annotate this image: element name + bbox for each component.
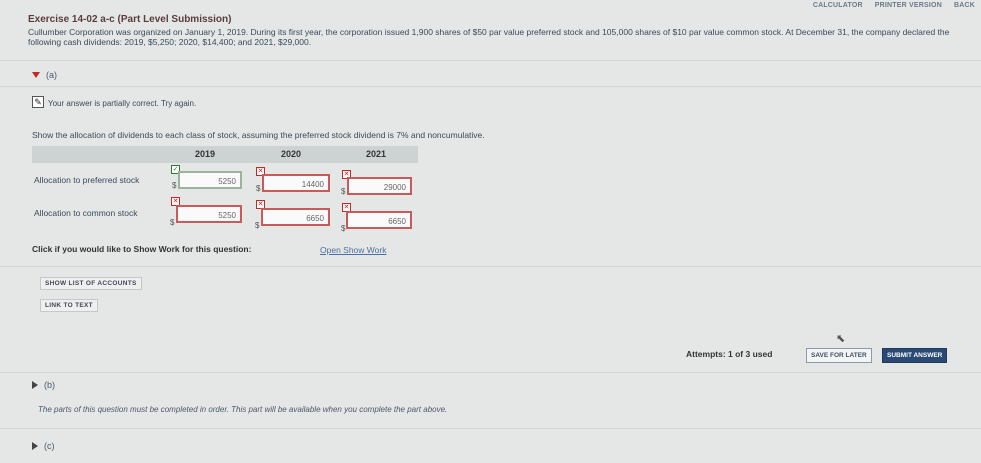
part-a-label: (a) [46, 70, 57, 80]
part-c-toggle[interactable]: (c) [32, 441, 55, 451]
year-header-2019: 2019 [195, 149, 216, 159]
part-b-label: (b) [44, 380, 55, 390]
currency-symbol: $ [170, 218, 175, 227]
open-show-work-link[interactable]: Open Show Work [320, 245, 386, 255]
preferred-2019-input[interactable]: 5250 [178, 171, 242, 189]
row-label-common: Allocation to common stock [34, 208, 138, 218]
mouse-cursor-icon: ⬉ [836, 333, 846, 345]
year-header-2021: 2021 [366, 149, 387, 159]
attempts-counter: Attempts: 1 of 3 used [686, 349, 773, 359]
part-a-toggle[interactable]: (a) [32, 70, 57, 80]
top-toolbar: CALCULATOR PRINTER VERSION BACK [807, 0, 981, 12]
preferred-2021-input[interactable]: 29000 [347, 177, 412, 195]
row-label-preferred: Allocation to preferred stock [34, 175, 140, 185]
partial-correct-icon: ✎ [32, 96, 44, 108]
divider [0, 60, 981, 61]
divider [0, 266, 981, 267]
common-2021-input[interactable]: 6650 [346, 211, 412, 229]
collapsed-icon [32, 442, 38, 450]
currency-symbol: $ [255, 221, 260, 230]
submit-answer-button[interactable]: SUBMIT ANSWER [882, 348, 948, 363]
show-list-of-accounts-button[interactable]: SHOW LIST OF ACCOUNTS [40, 277, 142, 290]
divider [0, 372, 981, 373]
instruction-text: Show the allocation of dividends to each… [32, 130, 485, 140]
expanded-icon [32, 72, 40, 78]
currency-symbol: $ [172, 181, 177, 190]
currency-symbol: $ [341, 187, 346, 196]
collapsed-icon [32, 381, 38, 389]
back-link[interactable]: BACK [948, 0, 981, 12]
divider [0, 86, 981, 87]
answer-status: Your answer is partially correct. Try ag… [48, 99, 197, 108]
preferred-2020-input[interactable]: 14400 [262, 174, 330, 192]
save-for-later-button[interactable]: SAVE FOR LATER [806, 348, 872, 363]
exercise-text: Cullumber Corporation was organized on J… [28, 27, 950, 47]
year-header-2020: 2020 [281, 149, 302, 159]
common-2019-input[interactable]: 5250 [176, 205, 242, 223]
year-header-row [32, 146, 418, 163]
currency-symbol: $ [341, 224, 346, 233]
part-b-note: The parts of this question must be compl… [38, 405, 448, 414]
show-work-prompt: Click if you would like to Show Work for… [32, 244, 252, 254]
part-b-toggle[interactable]: (b) [32, 380, 55, 390]
divider [0, 428, 981, 429]
calculator-link[interactable]: CALCULATOR [807, 0, 869, 12]
currency-symbol: $ [256, 184, 261, 193]
part-c-label: (c) [44, 441, 55, 451]
link-to-text-button[interactable]: LINK TO TEXT [40, 299, 98, 312]
common-2020-input[interactable]: 6650 [261, 208, 330, 226]
printer-version-link[interactable]: PRINTER VERSION [869, 0, 948, 12]
exercise-title: Exercise 14-02 a-c (Part Level Submissio… [28, 14, 232, 25]
